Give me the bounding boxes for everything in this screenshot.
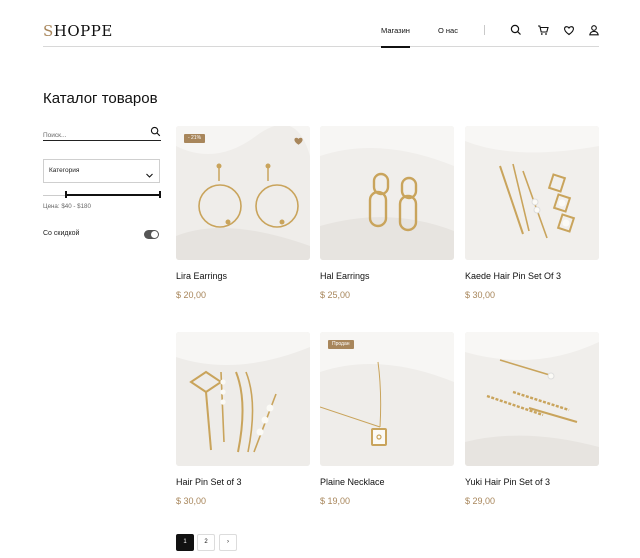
page-button-2[interactable]: 2	[197, 534, 215, 551]
product-image[interactable]	[465, 332, 599, 466]
price-range-min-handle[interactable]	[65, 191, 67, 198]
user-icon[interactable]	[587, 23, 601, 37]
product-name[interactable]: Hal Earrings	[320, 271, 370, 281]
product-image[interactable]	[176, 126, 310, 260]
category-select[interactable]: Категория	[43, 159, 160, 183]
nav-about-link[interactable]: О нас	[438, 26, 458, 35]
product-price: $ 30,00	[465, 290, 496, 300]
sold-badge: Продан	[328, 340, 354, 349]
product-price: $ 29,00	[465, 496, 496, 506]
price-range-label: Цена: $40 - $180	[43, 203, 91, 210]
product-name[interactable]: Plaine Necklace	[320, 477, 385, 487]
product-image[interactable]	[176, 332, 310, 466]
price-range-fill	[66, 194, 161, 196]
discount-filter-label: Со скидкой	[43, 230, 80, 237]
favorite-heart-icon[interactable]	[293, 133, 304, 145]
category-select-value: Категория	[49, 167, 80, 174]
search-icon[interactable]	[150, 124, 161, 137]
nav-shop-link[interactable]: Магазин	[381, 26, 410, 48]
product-name[interactable]: Yuki Hair Pin Set of 3	[465, 477, 550, 487]
next-page-button[interactable]: ›	[219, 534, 237, 551]
search-input[interactable]	[43, 128, 143, 143]
product-image[interactable]	[465, 126, 599, 260]
product-price: $ 25,00	[320, 290, 351, 300]
product-price: $ 19,00	[320, 496, 351, 506]
wishlist-heart-icon[interactable]	[562, 23, 576, 37]
cart-icon[interactable]	[536, 23, 550, 37]
page-title: Каталог товаров	[43, 90, 158, 107]
toggle-knob	[151, 231, 158, 238]
price-range-max-handle[interactable]	[159, 191, 161, 198]
site-header: SHOPPE Магазин О нас	[43, 0, 601, 48]
sidebar-search	[43, 124, 161, 143]
logo[interactable]: SHOPPE	[43, 23, 113, 39]
product-name[interactable]: Hair Pin Set of 3	[176, 477, 242, 487]
product-image[interactable]	[320, 332, 454, 466]
discount-badge: - 21%	[184, 134, 206, 143]
chevron-down-icon	[145, 167, 154, 178]
product-image[interactable]	[320, 126, 454, 260]
product-price: $ 30,00	[176, 496, 207, 506]
page-button-1[interactable]: 1	[176, 534, 194, 551]
discount-toggle[interactable]	[144, 230, 159, 239]
product-price: $ 20,00	[176, 290, 207, 300]
search-icon[interactable]	[509, 23, 523, 37]
product-name[interactable]: Lira Earrings	[176, 271, 227, 281]
product-name[interactable]: Kaede Hair Pin Set Of 3	[465, 271, 561, 281]
nav-divider	[484, 25, 485, 35]
